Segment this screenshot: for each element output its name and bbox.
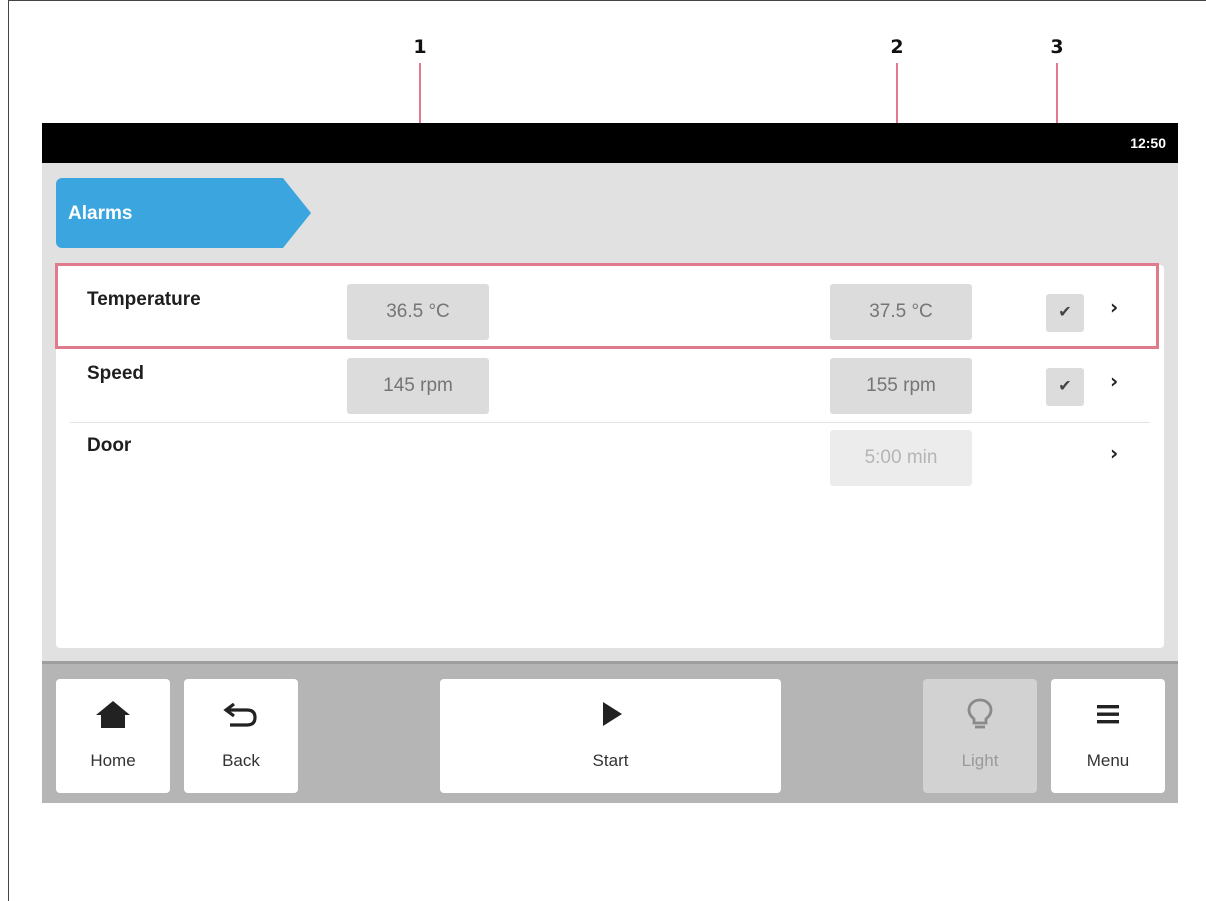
menu-label: Menu bbox=[1086, 751, 1130, 770]
figure-frame-left bbox=[8, 0, 9, 901]
alarm-row-door[interactable]: Door 5:00 min › bbox=[56, 411, 1164, 486]
figure-frame-top bbox=[8, 0, 1206, 1]
home-icon bbox=[56, 697, 170, 739]
device-screen: 12:50 Alarms Temperature 36.5 °C 37.5 °C… bbox=[42, 123, 1178, 803]
start-button[interactable]: Start bbox=[440, 679, 781, 793]
temperature-row-highlight bbox=[55, 263, 1159, 349]
play-icon bbox=[440, 697, 781, 739]
light-label: Light bbox=[961, 751, 999, 770]
tab-alarms-label: Alarms bbox=[68, 203, 133, 224]
home-button[interactable]: Home bbox=[56, 679, 170, 793]
back-button[interactable]: Back bbox=[184, 679, 298, 793]
chevron-right-icon[interactable]: › bbox=[1110, 369, 1118, 393]
checkmark-icon: ✔ bbox=[1058, 378, 1072, 395]
back-arrow-icon bbox=[184, 697, 298, 739]
chevron-right-icon[interactable]: › bbox=[1110, 441, 1118, 465]
light-button[interactable]: Light bbox=[923, 679, 1037, 793]
menu-button[interactable]: Menu bbox=[1051, 679, 1165, 793]
alarm-label: Door bbox=[87, 435, 132, 456]
speed-upper-limit-field[interactable]: 155 rpm bbox=[830, 358, 972, 414]
hamburger-menu-icon bbox=[1051, 697, 1165, 739]
back-label: Back bbox=[222, 751, 260, 770]
callout-number-1: 1 bbox=[413, 36, 427, 58]
tab-alarms[interactable]: Alarms bbox=[56, 178, 311, 248]
alarm-row-speed[interactable]: Speed 145 rpm 155 rpm ✔ › bbox=[56, 339, 1164, 414]
door-delay-field[interactable]: 5:00 min bbox=[830, 430, 972, 486]
callout-number-2: 2 bbox=[890, 36, 904, 58]
callout-number-3: 3 bbox=[1050, 36, 1064, 58]
speed-lower-limit-field[interactable]: 145 rpm bbox=[347, 358, 489, 414]
status-clock: 12:50 bbox=[1130, 135, 1166, 151]
alarm-label: Speed bbox=[87, 363, 145, 384]
lightbulb-icon bbox=[923, 697, 1037, 739]
home-label: Home bbox=[90, 751, 136, 770]
speed-alarm-checkbox[interactable]: ✔ bbox=[1046, 368, 1084, 406]
start-label: Start bbox=[592, 751, 629, 770]
status-bar: 12:50 bbox=[42, 123, 1178, 163]
bottom-nav-bar: Home Back Start Light Menu bbox=[42, 661, 1178, 803]
